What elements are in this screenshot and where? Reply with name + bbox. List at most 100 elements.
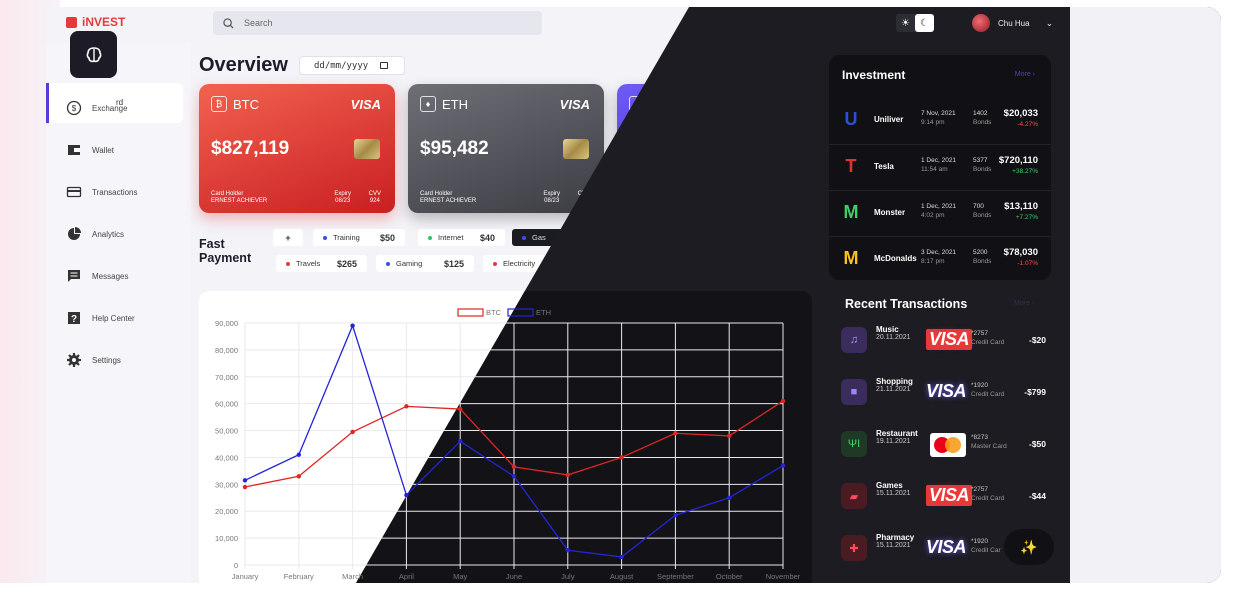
brand-name: iNVEST (82, 15, 126, 29)
investment-value: $720,110 +38.27% (998, 155, 1038, 175)
visa-logo: VISA (926, 329, 973, 350)
svg-text:$: $ (72, 104, 77, 113)
sidebar-item-transactions[interactable]: Transactions (66, 183, 138, 201)
transaction-name: Pharmacy 15.11.2021 (876, 533, 915, 550)
investment-row[interactable]: T Tesla 1 Dec, 2021 11:54 am 5377 Bonds $720,1… (829, 144, 1051, 190)
card-expiry: Expiry08/23 (543, 191, 560, 204)
investment-date: 3 Dec, 2021 8:17 pm (921, 249, 957, 265)
sidebar-item-settings[interactable]: Settings (66, 351, 121, 369)
visa-logo: VISA (926, 537, 967, 557)
card-balance: $827,119 (211, 138, 290, 159)
investment-change: -1.07% (1017, 260, 1038, 267)
company-name: Uniliver (874, 115, 904, 124)
visa-logo: VISA (559, 97, 590, 112)
mastercard-logo (930, 433, 966, 457)
company-name: McDonalds (874, 254, 917, 263)
theme-toggle[interactable]: ☀ ☾ (896, 14, 934, 32)
sidebar-item-help-center[interactable]: ? Help Center (66, 309, 135, 327)
monster-logo: M (843, 202, 859, 222)
search-input[interactable]: Search (244, 18, 273, 28)
card-balance: $95,482 (420, 138, 489, 159)
sidebar-item-label: Transactions (92, 187, 138, 197)
sidebar-item-analytics[interactable]: Analytics (66, 225, 124, 243)
brand-logo[interactable]: iNVEST (66, 15, 125, 29)
payment-label: Gas (532, 233, 546, 242)
payment-amount: $125 (443, 258, 464, 269)
transaction-name: Restaurant 19.11.2021 (876, 429, 918, 446)
date-input[interactable]: dd/mm/yyyy (299, 56, 405, 75)
transaction-row[interactable]: ♫ Music 20.11.2021 VISA *2757 Credit Card -$20 (841, 323, 1056, 359)
brain-icon-button[interactable] (70, 31, 117, 78)
investment-bonds: 5200 Bonds (973, 249, 992, 265)
investment-row[interactable]: M Monster 1 Dec, 2021 4:02 pm 700 Bonds $13,11… (829, 190, 1051, 236)
calendar-icon[interactable] (380, 62, 389, 69)
sidebar-item-exchange[interactable]: $ Exchange (66, 99, 128, 117)
svg-text:?: ? (71, 314, 77, 325)
investment-change: -4.27% (1017, 121, 1038, 128)
restaurant-icon: ΨΙ (841, 431, 867, 457)
search-bar[interactable]: Search (213, 11, 542, 35)
payment-internet[interactable]: Internet $40 (418, 229, 505, 246)
status-dot (522, 235, 526, 240)
transaction-row[interactable]: ■ Shopping 21.11.2021 VISA *1920 Credit Card -… (841, 375, 1056, 411)
card-btc[interactable]: ₿ BTC VISA $827,119 Card Holder ERNEST ACHIEV… (199, 84, 395, 213)
visa-logo: VISA (350, 97, 381, 112)
investment-bonds: 5377 Bonds (973, 157, 992, 173)
sidebar-item-messages[interactable]: Messages (66, 267, 128, 285)
investment-row[interactable]: M McDonalds 3 Dec, 2021 8:17 pm 5200 Bonds $78… (829, 236, 1051, 282)
investment-row[interactable]: U Uniliver 7 Nov, 2021 9:14 pm 1402 Bonds $20,… (829, 98, 1051, 144)
card-eth[interactable]: ♦ ETH VISA $95,482 Card Holder ERNEST ACHIEVE… (408, 84, 604, 213)
exchange-icon: $ (66, 100, 82, 116)
payment-gaming[interactable]: Gaming $125 (376, 255, 474, 272)
games-icon: ▰ (841, 483, 867, 509)
sidebar-item-label: Analytics (92, 229, 125, 239)
transaction-amount: -$20 (1028, 335, 1046, 345)
pie-chart-icon (66, 226, 82, 242)
investment-panel: Investment More › U Uniliver 7 Nov, 2021 9:… (829, 55, 1051, 280)
payment-amount: $265 (336, 258, 357, 269)
status-dot (323, 235, 327, 240)
transaction-amount: -$44 (1028, 491, 1046, 501)
magic-wand-button[interactable]: ✨ (1004, 529, 1054, 565)
card-expiry: Expiry08/23 (334, 191, 351, 204)
magic-wand-icon: ✨ (1020, 538, 1038, 555)
transaction-amount: -$50 (1028, 439, 1046, 449)
status-dot (386, 261, 390, 266)
investment-value: $78,030 -1.07% (1003, 247, 1038, 267)
investment-value: $20,033 -4.27% (1003, 108, 1038, 128)
active-indicator (46, 83, 49, 123)
avatar (972, 14, 990, 32)
header-controls: ☀ ☾ Chu Hua ⌄ (896, 13, 1053, 33)
transaction-row[interactable]: ▰ Games 15.11.2021 VISA *2757 Credit Card -$44 (841, 479, 1056, 515)
help-icon: ? (66, 310, 82, 326)
moon-icon[interactable]: ☾ (915, 14, 934, 32)
payment-training[interactable]: Training $50 (313, 229, 405, 246)
coin-label: BTC (233, 96, 259, 112)
transaction-amount: -$799 (1024, 387, 1046, 397)
user-menu[interactable]: Chu Hua ⌄ (972, 14, 1053, 32)
message-icon (66, 268, 82, 284)
transaction-row[interactable]: ΨΙ Restaurant 19.11.2021 *8273 Master Card -$… (841, 427, 1056, 463)
music-icon: ♫ (841, 327, 867, 353)
add-payment-button[interactable]: + (273, 229, 303, 246)
card-chip (563, 139, 589, 159)
recent-more-link[interactable]: More › (1014, 300, 1034, 307)
card-number: *1920 Credit Car (971, 538, 1001, 554)
card-holder: Card HolderERNEST ACHIEVER (420, 191, 477, 204)
payment-travels[interactable]: Travels $265 (276, 255, 367, 272)
investment-more-link[interactable]: More › (1015, 71, 1035, 78)
fast-payment-title: Fast Payment (199, 237, 252, 265)
coin-icon: ₿ (211, 96, 227, 112)
mcdonalds-logo: M (843, 248, 859, 268)
investment-date: 1 Dec, 2021 11:54 am (921, 157, 957, 173)
company-name: Monster (874, 208, 906, 217)
investment-bonds: 1402 Bonds (973, 110, 992, 126)
shopping-icon: ■ (841, 379, 867, 405)
investment-title: Investment (842, 68, 906, 82)
wallet-icon (66, 142, 82, 158)
sidebar-item-wallet[interactable]: Wallet (66, 141, 114, 159)
status-dot (493, 261, 497, 266)
investment-change: +7.27% (1015, 214, 1038, 221)
chevron-down-icon[interactable]: ⌄ (1046, 18, 1054, 29)
sun-icon[interactable]: ☀ (896, 14, 915, 32)
